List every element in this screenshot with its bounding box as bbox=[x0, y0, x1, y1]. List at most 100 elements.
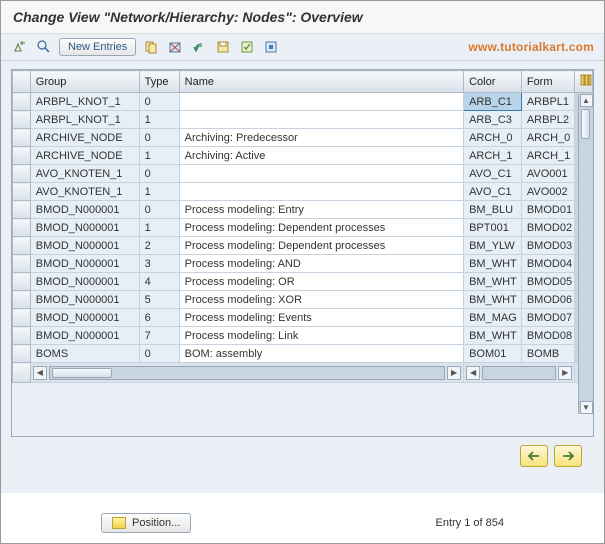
cell-form[interactable]: BMOD04 bbox=[521, 255, 574, 273]
cell-color[interactable]: BM_WHT bbox=[464, 327, 522, 345]
cell-form[interactable]: BMOD08 bbox=[521, 327, 574, 345]
cell-group[interactable]: BMOD_N000001 bbox=[30, 327, 139, 345]
cell-type[interactable]: 1 bbox=[139, 111, 179, 129]
copy-icon[interactable] bbox=[142, 38, 160, 56]
cell-type[interactable]: 1 bbox=[139, 219, 179, 237]
hscroll-right[interactable]: ◀ ▶ bbox=[464, 363, 574, 382]
table-row[interactable]: BMOD_N0000011Process modeling: Dependent… bbox=[13, 219, 593, 237]
cell-form[interactable]: BMOD06 bbox=[521, 291, 574, 309]
cell-form[interactable]: AVO002 bbox=[521, 183, 574, 201]
cell-color[interactable]: BOM01 bbox=[464, 345, 522, 363]
deselect-all-icon[interactable] bbox=[262, 38, 280, 56]
cell-color[interactable]: BM_WHT bbox=[464, 255, 522, 273]
cell-group[interactable]: AVO_KNOTEN_1 bbox=[30, 183, 139, 201]
vertical-scrollbar[interactable]: ▲ ▼ bbox=[578, 94, 593, 414]
cell-name[interactable] bbox=[179, 111, 463, 129]
row-selector[interactable] bbox=[13, 255, 31, 273]
col-selector[interactable] bbox=[13, 71, 31, 93]
table-row[interactable]: BMOD_N0000017Process modeling: LinkBM_WH… bbox=[13, 327, 593, 345]
hscroll-left-btn[interactable]: ◀ bbox=[33, 366, 47, 380]
hscroll-track-right[interactable] bbox=[482, 366, 556, 380]
cell-name[interactable]: Process modeling: AND bbox=[179, 255, 463, 273]
cell-form[interactable]: AVO001 bbox=[521, 165, 574, 183]
cell-type[interactable]: 0 bbox=[139, 345, 179, 363]
cell-form[interactable]: BMOD02 bbox=[521, 219, 574, 237]
hscroll-right-btn[interactable]: ▶ bbox=[447, 366, 461, 380]
cell-type[interactable]: 2 bbox=[139, 237, 179, 255]
cell-type[interactable]: 0 bbox=[139, 201, 179, 219]
cell-form[interactable]: BMOD05 bbox=[521, 273, 574, 291]
position-button[interactable]: Position... bbox=[101, 513, 191, 533]
undo-icon[interactable] bbox=[190, 38, 208, 56]
table-row[interactable]: AVO_KNOTEN_11AVO_C1AVO002 bbox=[13, 183, 593, 201]
cell-name[interactable]: Process modeling: Dependent processes bbox=[179, 237, 463, 255]
cell-type[interactable]: 7 bbox=[139, 327, 179, 345]
cell-group[interactable]: BMOD_N000001 bbox=[30, 255, 139, 273]
table-row[interactable]: AVO_KNOTEN_10AVO_C1AVO001 bbox=[13, 165, 593, 183]
cell-name[interactable] bbox=[179, 165, 463, 183]
cell-group[interactable]: ARCHIVE_NODE bbox=[30, 129, 139, 147]
cell-name[interactable] bbox=[179, 183, 463, 201]
cell-name[interactable]: BOM: assembly bbox=[179, 345, 463, 363]
row-selector[interactable] bbox=[13, 309, 31, 327]
cell-group[interactable]: BMOD_N000001 bbox=[30, 309, 139, 327]
cell-type[interactable]: 6 bbox=[139, 309, 179, 327]
hscroll-left[interactable]: ◀ ▶ bbox=[31, 363, 463, 382]
row-selector[interactable] bbox=[13, 129, 31, 147]
table-row[interactable]: BMOD_N0000016Process modeling: EventsBM_… bbox=[13, 309, 593, 327]
cell-name[interactable]: Process modeling: Link bbox=[179, 327, 463, 345]
delete-icon[interactable] bbox=[166, 38, 184, 56]
cell-name[interactable]: Process modeling: Dependent processes bbox=[179, 219, 463, 237]
row-selector[interactable] bbox=[13, 93, 31, 111]
cell-color[interactable]: AVO_C1 bbox=[464, 165, 522, 183]
cell-name[interactable]: Process modeling: XOR bbox=[179, 291, 463, 309]
select-all-icon[interactable] bbox=[238, 38, 256, 56]
row-selector[interactable] bbox=[13, 165, 31, 183]
cell-type[interactable]: 3 bbox=[139, 255, 179, 273]
new-entries-button[interactable]: New Entries bbox=[59, 38, 136, 56]
toggle-display-icon[interactable] bbox=[11, 38, 29, 56]
cell-form[interactable]: ARCH_1 bbox=[521, 147, 574, 165]
table-row[interactable]: ARBPL_KNOT_10ARB_C1ARBPL1 bbox=[13, 93, 593, 111]
table-config-icon[interactable] bbox=[575, 71, 593, 93]
cell-form[interactable]: BMOD01 bbox=[521, 201, 574, 219]
cell-name[interactable]: Archiving: Predecessor bbox=[179, 129, 463, 147]
cell-group[interactable]: ARBPL_KNOT_1 bbox=[30, 111, 139, 129]
cell-group[interactable]: AVO_KNOTEN_1 bbox=[30, 165, 139, 183]
cell-color[interactable]: BM_YLW bbox=[464, 237, 522, 255]
row-selector[interactable] bbox=[13, 147, 31, 165]
save-icon[interactable] bbox=[214, 38, 232, 56]
table-row[interactable]: BOMS0BOM: assemblyBOM01BOMB bbox=[13, 345, 593, 363]
cell-name[interactable]: Archiving: Active bbox=[179, 147, 463, 165]
cell-type[interactable]: 5 bbox=[139, 291, 179, 309]
row-selector[interactable] bbox=[13, 219, 31, 237]
cell-color[interactable]: ARB_C3 bbox=[464, 111, 522, 129]
table-row[interactable]: BMOD_N0000015Process modeling: XORBM_WHT… bbox=[13, 291, 593, 309]
cell-form[interactable]: ARCH_0 bbox=[521, 129, 574, 147]
cell-color[interactable]: AVO_C1 bbox=[464, 183, 522, 201]
cell-name[interactable]: Process modeling: Events bbox=[179, 309, 463, 327]
row-selector[interactable] bbox=[13, 273, 31, 291]
hscroll-track-left[interactable] bbox=[49, 366, 445, 380]
cell-form[interactable]: BOMB bbox=[521, 345, 574, 363]
cell-name[interactable] bbox=[179, 93, 463, 111]
vscroll-up-icon[interactable]: ▲ bbox=[580, 94, 593, 107]
table-row[interactable]: ARCHIVE_NODE1Archiving: ActiveARCH_1ARCH… bbox=[13, 147, 593, 165]
cell-type[interactable]: 0 bbox=[139, 93, 179, 111]
table-row[interactable]: BMOD_N0000014Process modeling: ORBM_WHTB… bbox=[13, 273, 593, 291]
cell-form[interactable]: ARBPL1 bbox=[521, 93, 574, 111]
row-selector[interactable] bbox=[13, 183, 31, 201]
cell-color[interactable]: BM_MAG bbox=[464, 309, 522, 327]
col-color[interactable]: Color bbox=[464, 71, 522, 93]
table-row[interactable]: BMOD_N0000012Process modeling: Dependent… bbox=[13, 237, 593, 255]
cell-color[interactable]: BPT001 bbox=[464, 219, 522, 237]
cell-color[interactable]: BM_WHT bbox=[464, 291, 522, 309]
row-selector[interactable] bbox=[13, 345, 31, 363]
col-form[interactable]: Form bbox=[521, 71, 574, 93]
cell-form[interactable]: BMOD07 bbox=[521, 309, 574, 327]
col-type[interactable]: Type bbox=[139, 71, 179, 93]
cell-name[interactable]: Process modeling: Entry bbox=[179, 201, 463, 219]
cell-color[interactable]: ARB_C1 bbox=[464, 93, 522, 111]
hscroll2-right-btn[interactable]: ▶ bbox=[558, 366, 572, 380]
table-row[interactable]: BMOD_N0000010Process modeling: EntryBM_B… bbox=[13, 201, 593, 219]
